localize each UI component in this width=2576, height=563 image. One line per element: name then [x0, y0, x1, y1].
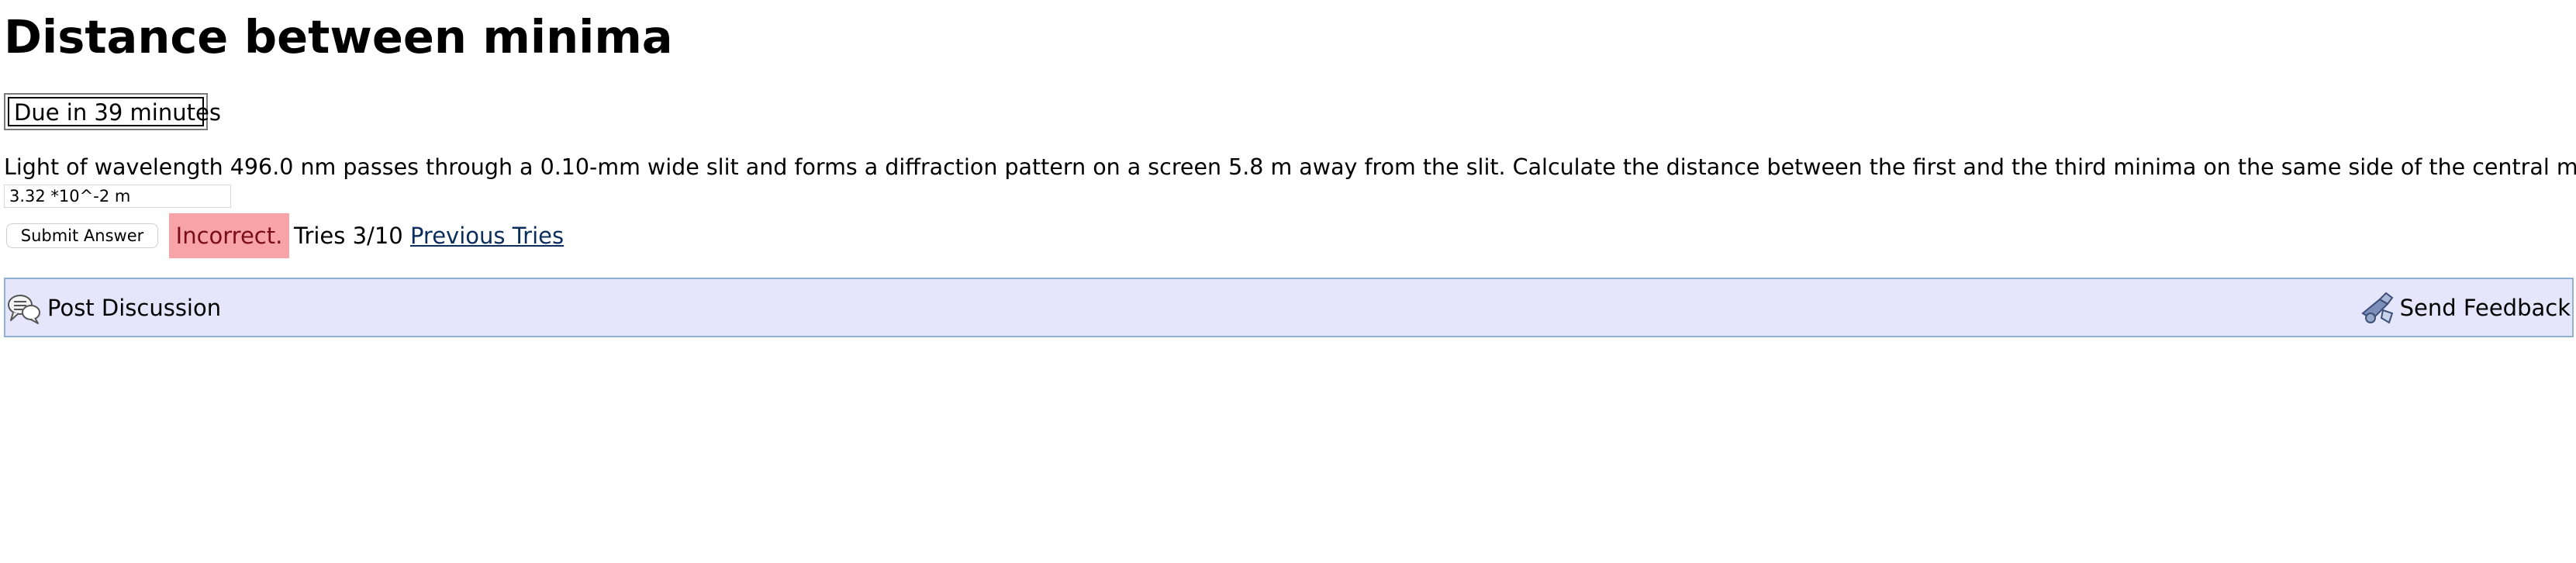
feedback-icon — [2360, 290, 2395, 326]
chat-bubbles-icon — [7, 291, 41, 325]
submit-answer-button[interactable]: Submit Answer — [6, 223, 158, 248]
tries-info: Tries 3/10 Previous Tries — [294, 219, 564, 252]
tries-count: Tries 3/10 — [294, 223, 403, 249]
page-title: Distance between minima — [4, 10, 673, 64]
due-date-label: Due in 39 minutes — [8, 97, 221, 126]
discussion-bar: Post Discussion Send Feedback — [4, 278, 2574, 337]
status-badge: Incorrect. — [169, 213, 289, 258]
send-feedback-label: Send Feedback — [2399, 294, 2571, 321]
post-discussion-button[interactable]: Post Discussion — [5, 279, 221, 336]
post-discussion-label: Post Discussion — [47, 294, 222, 321]
previous-tries-link[interactable]: Previous Tries — [410, 223, 564, 249]
problem-page: Distance between minima Due in 39 minute… — [0, 0, 2576, 563]
problem-text: Light of wavelength 496.0 nm passes thro… — [4, 154, 2576, 180]
answer-input[interactable] — [4, 185, 231, 208]
send-feedback-button[interactable]: Send Feedback — [2360, 279, 2571, 336]
due-date-box: Due in 39 minutes — [4, 93, 221, 130]
